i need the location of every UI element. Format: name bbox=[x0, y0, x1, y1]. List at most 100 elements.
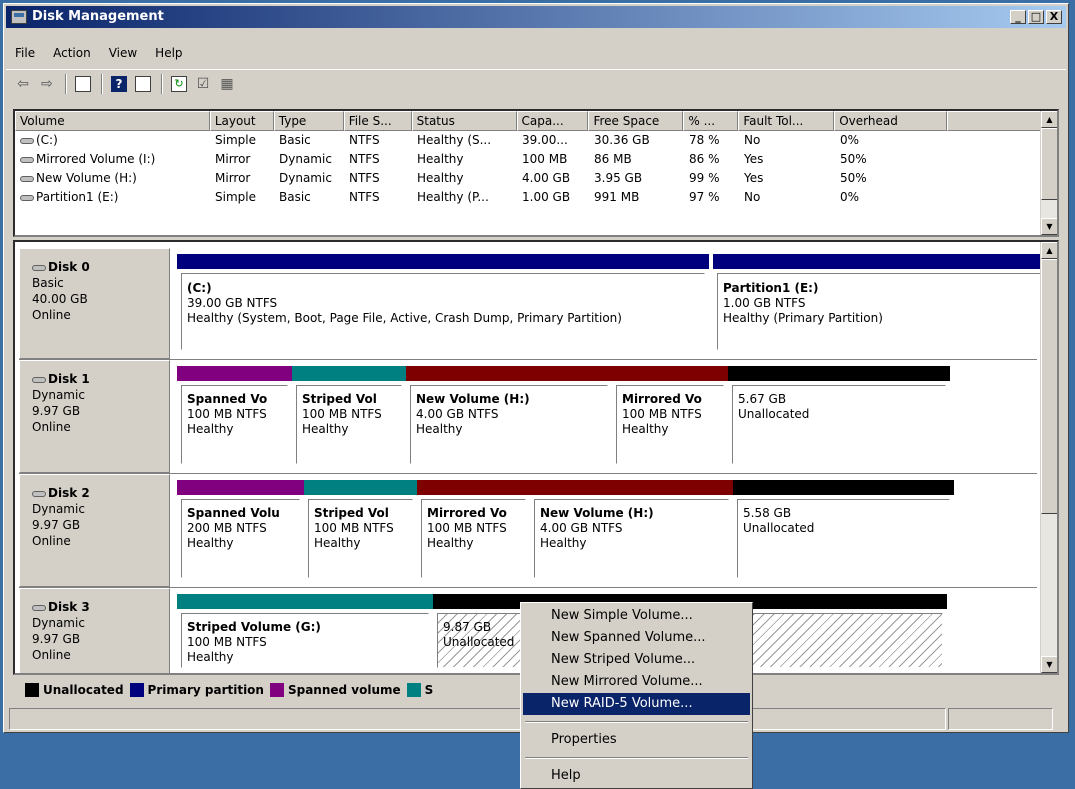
partition-status: Healthy bbox=[187, 650, 234, 664]
properties-icon[interactable]: ☑ bbox=[192, 74, 214, 94]
scroll-thumb[interactable] bbox=[1041, 259, 1057, 514]
menu-item-new-striped-volume[interactable]: New Striped Volume... bbox=[523, 649, 750, 671]
partition[interactable]: Striped Volume (G:) 100 MB NTFS Healthy bbox=[177, 594, 433, 672]
partition[interactable]: Spanned Volu 200 MB NTFS Healthy bbox=[177, 480, 304, 582]
disk-label[interactable]: Disk 0 Basic 40.00 GB Online bbox=[19, 248, 170, 359]
cell-text: Basic bbox=[279, 133, 311, 147]
cell-text: 4.00 GB bbox=[522, 171, 571, 185]
cell-text: No bbox=[744, 190, 761, 204]
partition-status: Healthy bbox=[427, 536, 474, 550]
toolbar-separator bbox=[161, 73, 163, 94]
menu-item-new-spanned-volume[interactable]: New Spanned Volume... bbox=[523, 627, 750, 649]
partition[interactable]: Mirrored Vo 100 MB NTFS Healthy bbox=[612, 366, 728, 468]
menu-item-new-mirrored-volume[interactable]: New Mirrored Volume... bbox=[523, 671, 750, 693]
table-cell: 78 % bbox=[684, 131, 739, 150]
partition-status: Healthy bbox=[540, 536, 587, 550]
column-header-volume[interactable]: Volume bbox=[15, 111, 210, 131]
column-header-type[interactable]: Type bbox=[273, 111, 344, 131]
rescan-disks-icon[interactable]: ▦ bbox=[216, 74, 238, 94]
minimize-button[interactable]: _ bbox=[1010, 10, 1026, 24]
scroll-up-arrow-icon[interactable]: ▲ bbox=[1041, 111, 1057, 128]
table-cell: Healthy bbox=[412, 169, 517, 188]
unallocated-region[interactable]: 5.58 GB Unallocated bbox=[733, 480, 954, 582]
show-hide-tree-icon[interactable] bbox=[72, 74, 94, 94]
disk-view-scrollbar[interactable]: ▲ ▼ bbox=[1040, 242, 1057, 673]
partition-size: 200 MB NTFS bbox=[187, 521, 267, 535]
partition[interactable]: (C:) 39.00 GB NTFS Healthy (System, Boot, … bbox=[177, 254, 709, 354]
menu-item-properties[interactable]: Properties bbox=[523, 729, 750, 751]
table-cell: 99 % bbox=[684, 169, 739, 188]
disk-label[interactable]: Disk 2 Dynamic 9.97 GB Online bbox=[19, 474, 170, 587]
table-cell: Yes bbox=[739, 169, 835, 188]
disk-icon bbox=[32, 490, 46, 497]
partition[interactable]: New Volume (H:) 4.00 GB NTFS Healthy bbox=[530, 480, 733, 582]
table-cell: Healthy (S... bbox=[412, 131, 517, 150]
volume-icon bbox=[20, 175, 34, 182]
refresh-icon[interactable]: ↻ bbox=[168, 74, 190, 94]
partition-color-bar bbox=[733, 480, 954, 495]
column-header-overhead[interactable]: Overhead bbox=[834, 111, 948, 131]
maximize-button[interactable]: □ bbox=[1028, 10, 1044, 24]
menu-action[interactable]: Action bbox=[44, 43, 100, 63]
table-row[interactable]: Mirrored Volume (I:) Mirror Dynamic NTFS Hea… bbox=[15, 150, 1057, 169]
partition-size: 4.00 GB NTFS bbox=[416, 407, 499, 421]
disk-icon bbox=[32, 376, 46, 383]
table-cell: No bbox=[739, 131, 835, 150]
table-row[interactable]: (C:) Simple Basic NTFS Healthy (S... 39.00...… bbox=[15, 131, 1057, 150]
table-cell: 4.00 GB bbox=[517, 169, 589, 188]
menu-item-new-raid5-volume[interactable]: New RAID-5 Volume... bbox=[523, 693, 750, 715]
scroll-down-arrow-icon[interactable]: ▼ bbox=[1041, 218, 1057, 235]
cell-text: Dynamic bbox=[279, 171, 332, 185]
volume-list-scrollbar[interactable]: ▲ ▼ bbox=[1040, 111, 1057, 235]
table-row[interactable]: New Volume (H:) Mirror Dynamic NTFS Healthy 4… bbox=[15, 169, 1057, 188]
partition-name: Partition1 (E:) bbox=[723, 281, 819, 295]
column-header-fault-tolerance[interactable]: Fault Tol... bbox=[738, 111, 835, 131]
partition-name: Spanned Volu bbox=[187, 506, 280, 520]
help-icon[interactable]: ? bbox=[108, 74, 130, 94]
cell-text: Mirror bbox=[215, 171, 251, 185]
close-button[interactable]: X bbox=[1046, 10, 1062, 24]
table-row[interactable]: Partition1 (E:) Simple Basic NTFS Healthy (P… bbox=[15, 188, 1057, 207]
scroll-thumb[interactable] bbox=[1041, 128, 1057, 200]
legend-swatch-unallocated bbox=[25, 683, 39, 697]
volume-name-cell: Mirrored Volume (I:) bbox=[15, 150, 210, 169]
column-header-percent-free[interactable]: % ... bbox=[683, 111, 739, 131]
menu-view[interactable]: View bbox=[100, 43, 146, 63]
disk-name: Disk 2 bbox=[32, 485, 169, 501]
column-header-layout[interactable]: Layout bbox=[209, 111, 274, 131]
menu-item-new-simple-volume[interactable]: New Simple Volume... bbox=[523, 605, 750, 627]
menu-file[interactable]: File bbox=[6, 43, 44, 63]
column-header-file-system[interactable]: File S... bbox=[343, 111, 412, 131]
partition[interactable]: Striped Vol 100 MB NTFS Healthy bbox=[304, 480, 417, 582]
forward-arrow-icon[interactable]: ⇨ bbox=[36, 74, 58, 94]
table-cell: 39.00... bbox=[517, 131, 589, 150]
column-header-capacity[interactable]: Capa... bbox=[516, 111, 589, 131]
table-cell: 97 % bbox=[684, 188, 739, 207]
table-cell: No bbox=[739, 188, 835, 207]
unallocated-region[interactable]: 5.67 GB Unallocated bbox=[728, 366, 950, 468]
partition-status: Healthy bbox=[622, 422, 669, 436]
partition[interactable]: Striped Vol 100 MB NTFS Healthy bbox=[292, 366, 406, 468]
disk-label[interactable]: Disk 3 Dynamic 9.97 GB Online bbox=[19, 588, 170, 673]
table-cell: 0% bbox=[835, 188, 948, 207]
column-header-status[interactable]: Status bbox=[411, 111, 517, 131]
volume-list[interactable]: Volume Layout Type File S... Status Capa… bbox=[13, 109, 1059, 237]
cell-text: Mirrored Volume (I:) bbox=[36, 152, 156, 166]
context-menu: New Simple Volume... New Spanned Volume.… bbox=[520, 602, 753, 789]
column-header-free-space[interactable]: Free Space bbox=[588, 111, 684, 131]
partition[interactable]: Partition1 (E:) 1.00 GB NTFS Healthy (Prim… bbox=[713, 254, 1057, 354]
menu-item-help[interactable]: Help bbox=[523, 765, 750, 787]
partition-name: Mirrored Vo bbox=[622, 392, 702, 406]
partition-color-bar bbox=[177, 594, 433, 609]
scroll-up-arrow-icon[interactable]: ▲ bbox=[1041, 242, 1057, 259]
disk-name: Disk 3 bbox=[32, 599, 169, 615]
cell-text: NTFS bbox=[349, 133, 380, 147]
partition[interactable]: Spanned Vo 100 MB NTFS Healthy bbox=[177, 366, 292, 468]
disk-label[interactable]: Disk 1 Dynamic 9.97 GB Online bbox=[19, 360, 170, 473]
partition[interactable]: Mirrored Vo 100 MB NTFS Healthy bbox=[417, 480, 530, 582]
back-arrow-icon[interactable]: ⇦ bbox=[12, 74, 34, 94]
menu-help[interactable]: Help bbox=[146, 43, 191, 63]
show-console-tree-icon[interactable] bbox=[132, 74, 154, 94]
partition[interactable]: New Volume (H:) 4.00 GB NTFS Healthy bbox=[406, 366, 612, 468]
scroll-down-arrow-icon[interactable]: ▼ bbox=[1041, 656, 1057, 673]
